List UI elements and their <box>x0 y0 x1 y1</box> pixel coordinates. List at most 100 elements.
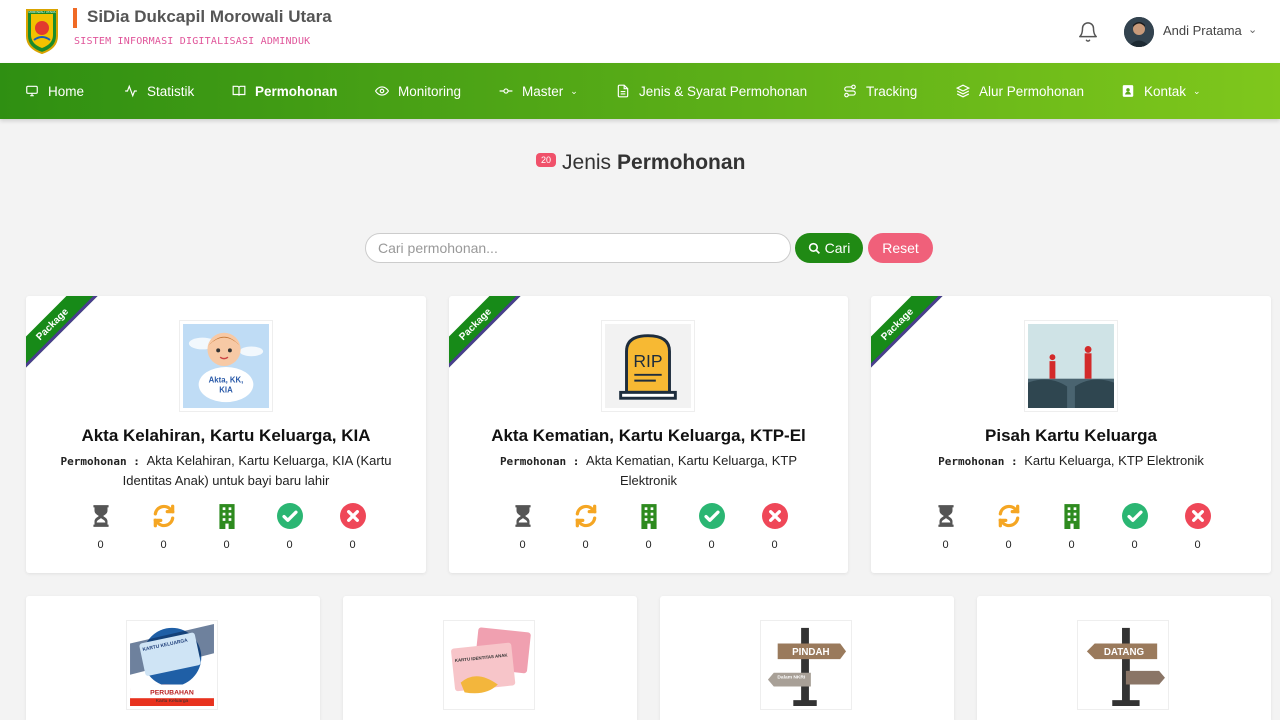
nav-item-master[interactable]: Master ⌄ <box>499 63 578 119</box>
nav-item-kontak[interactable]: Kontak ⌄ <box>1121 63 1201 119</box>
stat-pending[interactable]: 0 <box>69 503 132 551</box>
nav-label: Permohonan <box>255 83 338 99</box>
layers-icon <box>956 84 970 98</box>
svg-text:DATANG: DATANG <box>1104 647 1144 658</box>
sync-icon <box>153 504 174 528</box>
page-title-regular: Jenis <box>562 151 612 174</box>
permohonan-card[interactable]: KARTU IDENTITAS ANAK <box>343 596 637 720</box>
times-circle-icon <box>761 503 788 529</box>
nav-item-statistik[interactable]: Statistik <box>124 63 194 119</box>
card-image: PINDAH Dalam NKRI <box>760 620 852 710</box>
user-avatar[interactable] <box>1124 17 1154 47</box>
stat-value: 0 <box>97 539 104 551</box>
book-open-icon <box>232 85 246 96</box>
card-stats: 0 0 0 0 0 <box>491 503 806 551</box>
search-button[interactable]: Cari <box>795 233 863 263</box>
nav-item-home[interactable]: Home <box>25 63 84 119</box>
card-desc-text: Akta Kematian, Kartu Keluarga, KTP Elekt… <box>586 453 798 488</box>
permohonan-card[interactable]: DATANG <box>977 596 1271 720</box>
package-ribbon: Package <box>871 296 945 372</box>
nav-label: Master <box>522 83 564 99</box>
sync-icon <box>575 504 596 528</box>
svg-text:Dalam NKRI: Dalam NKRI <box>777 675 806 681</box>
stat-value: 0 <box>942 539 949 551</box>
stat-value: 0 <box>708 539 715 551</box>
nav-item-jenis-syarat[interactable]: Jenis & Syarat Permohonan <box>616 63 807 119</box>
nav-item-tracking[interactable]: Tracking <box>843 63 917 119</box>
stat-value: 0 <box>1194 539 1201 551</box>
eye-icon <box>375 86 389 96</box>
card-title: Akta Kematian, Kartu Keluarga, KTP-El <box>491 426 806 445</box>
svg-text:PERUBAHAN: PERUBAHAN <box>150 689 194 696</box>
package-ribbon: Package <box>449 296 523 372</box>
nav-label: Tracking <box>866 83 918 99</box>
reset-button[interactable]: Reset <box>868 233 933 263</box>
stat-value: 0 <box>349 539 356 551</box>
svg-text:KIA: KIA <box>219 385 233 394</box>
user-name[interactable]: Andi Pratama <box>1163 23 1242 38</box>
nav-label: Kontak <box>1144 83 1187 99</box>
card-description: Permohonan : Akta Kelahiran, Kartu Kelua… <box>60 453 392 488</box>
times-circle-icon <box>339 503 366 529</box>
card-desc-label: Permohonan <box>60 455 127 468</box>
search-input[interactable] <box>365 233 791 263</box>
building-icon <box>640 504 657 529</box>
file-text-icon <box>617 84 629 98</box>
stat-value: 0 <box>519 539 526 551</box>
building-icon <box>1063 504 1080 529</box>
stat-office[interactable]: 0 <box>1040 503 1103 551</box>
chevron-down-icon: ⌄ <box>570 85 578 96</box>
stat-value: 0 <box>223 539 230 551</box>
nav-item-alur-permohonan[interactable]: Alur Permohonan <box>956 63 1084 119</box>
stat-process[interactable]: 0 <box>977 503 1040 551</box>
stat-rejected[interactable]: 0 <box>1166 503 1229 551</box>
user-menu-chevron-icon[interactable]: ⌄ <box>1248 23 1257 36</box>
stat-pending[interactable]: 0 <box>914 503 977 551</box>
card-image: Akta, KK, KIA <box>179 320 273 412</box>
stat-done[interactable]: 0 <box>1103 503 1166 551</box>
stat-done[interactable]: 0 <box>258 503 321 551</box>
permohonan-card[interactable]: Package Pisah Kartu Keluarga Permohonan … <box>871 296 1271 573</box>
stat-office[interactable]: 0 <box>617 503 680 551</box>
stat-value: 0 <box>645 539 652 551</box>
nav-label: Alur Permohonan <box>979 83 1085 99</box>
permohonan-card[interactable]: KARTU KELUARGA PERUBAHAN Kartu Keluarga <box>26 596 320 720</box>
activity-icon <box>125 84 137 98</box>
app-title[interactable]: SiDia Dukcapil Morowali Utara <box>87 7 332 27</box>
reset-button-label: Reset <box>882 240 919 256</box>
nav-item-monitoring[interactable]: Monitoring <box>375 63 461 119</box>
stat-value: 0 <box>160 539 167 551</box>
card-image <box>1024 320 1118 412</box>
stat-rejected[interactable]: 0 <box>743 503 806 551</box>
hourglass-icon <box>937 505 954 527</box>
package-ribbon: Package <box>26 296 100 372</box>
nav-label: Statistik <box>147 83 195 99</box>
card-description: Permohonan : Kartu Keluarga, KTP Elektro… <box>938 453 1204 468</box>
permohonan-card[interactable]: Package RIP Akta Kematian, Kartu Keluarg… <box>449 296 848 573</box>
card-title: Akta Kelahiran, Kartu Keluarga, KIA <box>81 426 371 445</box>
stat-office[interactable]: 0 <box>195 503 258 551</box>
stat-done[interactable]: 0 <box>680 503 743 551</box>
notification-bell-icon[interactable] <box>1077 21 1099 43</box>
app-subtitle: SISTEM INFORMASI DIGITALISASI ADMINDUK <box>74 36 311 47</box>
route-icon <box>844 84 856 98</box>
stat-value: 0 <box>582 539 589 551</box>
stat-process[interactable]: 0 <box>132 503 195 551</box>
regency-logo[interactable]: MOROWALI UTARA <box>24 6 60 55</box>
page-title: 20 Jenis Permohonan <box>536 151 745 175</box>
nav-item-permohonan[interactable]: Permohonan <box>232 63 338 119</box>
hourglass-icon <box>514 505 531 527</box>
contact-icon <box>1122 85 1134 97</box>
stat-pending[interactable]: 0 <box>491 503 554 551</box>
card-stats: 0 0 0 0 0 <box>69 503 384 551</box>
stat-value: 0 <box>286 539 293 551</box>
stat-value: 0 <box>1005 539 1012 551</box>
stat-process[interactable]: 0 <box>554 503 617 551</box>
card-desc-label: Permohonan <box>499 455 567 468</box>
hourglass-icon <box>92 505 109 527</box>
stat-value: 0 <box>1068 539 1075 551</box>
nav-label: Monitoring <box>398 83 462 99</box>
permohonan-card[interactable]: PINDAH Dalam NKRI <box>660 596 954 720</box>
stat-rejected[interactable]: 0 <box>321 503 384 551</box>
permohonan-card[interactable]: Package Akta, KK, KIA Akta Kelahiran, Ka… <box>26 296 426 573</box>
